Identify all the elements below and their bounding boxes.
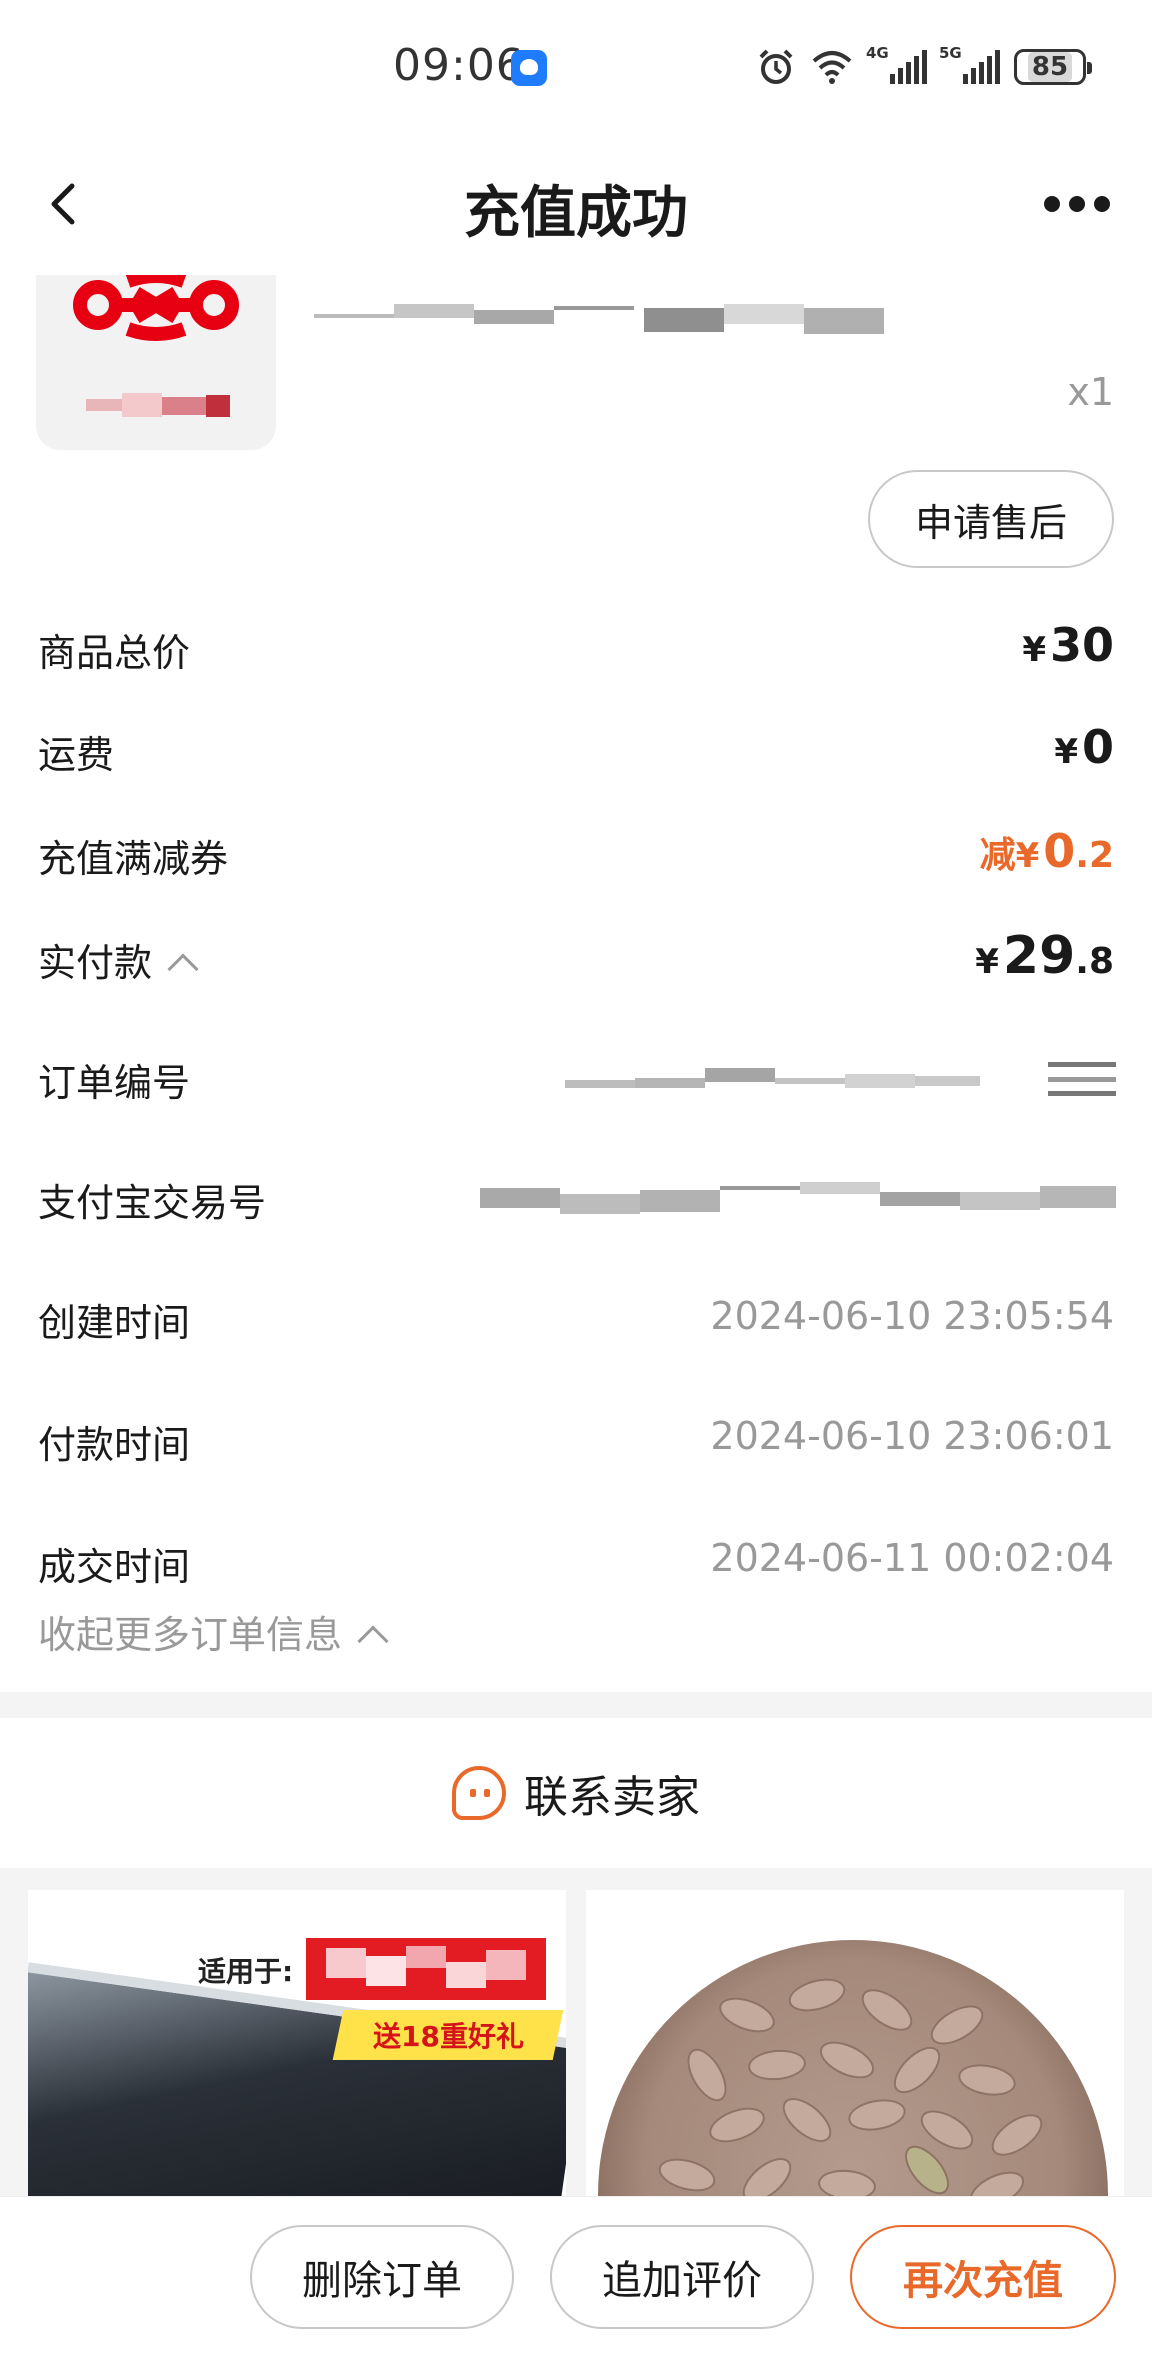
page-title: 充值成功 xyxy=(464,181,688,246)
contact-seller-label: 联系卖家 xyxy=(524,1772,700,1823)
bottom-action-bar: 删除订单 追加评价 再次充值 xyxy=(0,2196,1152,2376)
completed-time-value: 2024-06-11 00:02:04 xyxy=(710,1536,1114,1580)
contact-seller-button[interactable]: 联系卖家 xyxy=(0,1718,1152,1868)
alipay-number-label: 支付宝交易号 xyxy=(38,1181,267,1225)
china-unicom-logo-icon xyxy=(73,275,239,417)
product-title-redacted xyxy=(314,304,884,334)
nav-bar: 充值成功 xyxy=(0,130,1152,275)
chevron-up-icon xyxy=(167,953,199,985)
app-notification-icon xyxy=(511,50,547,86)
rec-promo-text: 送18重好礼 xyxy=(372,2020,524,2053)
order-number-redacted xyxy=(565,1068,980,1088)
order-number-label: 订单编号 xyxy=(38,1061,191,1105)
collapse-order-info-link[interactable]: 收起更多订单信息 xyxy=(38,1604,389,1659)
recharge-again-button[interactable]: 再次充值 xyxy=(850,2225,1116,2329)
alipay-number-redacted xyxy=(480,1182,1116,1214)
network-type-5g: 5G xyxy=(939,44,962,62)
coupon-value: 减¥0.2 xyxy=(979,824,1114,878)
recommended-product-card[interactable] xyxy=(586,1890,1124,2200)
shipping-label: 运费 xyxy=(38,733,115,777)
chevron-up-icon xyxy=(357,1625,389,1657)
rec-promo-banner: 送18重好礼 xyxy=(332,2010,564,2060)
created-time-value: 2024-06-10 23:05:54 xyxy=(710,1294,1114,1338)
rec-redacted-model xyxy=(306,1938,546,2000)
battery-level: 85 xyxy=(1027,52,1073,82)
signal-icon: 4G xyxy=(866,44,927,84)
network-type-4g: 4G xyxy=(866,44,889,62)
goods-total-label: 商品总价 xyxy=(38,631,191,675)
alarm-icon xyxy=(759,49,793,84)
collapse-order-info-label: 收起更多订单信息 xyxy=(38,1613,343,1657)
battery-icon: 85 xyxy=(1014,49,1092,85)
product-thumbnail[interactable] xyxy=(36,275,276,450)
status-time: 09:06 xyxy=(393,40,525,91)
paid-time-label: 付款时间 xyxy=(38,1423,191,1467)
status-icons: 4G 5G 85 xyxy=(756,42,1092,92)
paid-amount-value: ¥29.8 xyxy=(975,926,1114,986)
paid-time-value: 2024-06-10 23:06:01 xyxy=(710,1414,1114,1458)
shipping-value: ¥0 xyxy=(1054,720,1114,774)
contact-seller-icon xyxy=(452,1766,506,1820)
delete-order-button[interactable]: 删除订单 xyxy=(250,2225,514,2329)
coupon-label: 充值满减券 xyxy=(38,837,229,881)
status-bar: 09:06 4G 5G 85 xyxy=(0,0,1152,130)
copy-icon[interactable] xyxy=(1048,1062,1116,1096)
redacted-pattern xyxy=(326,1946,526,1988)
more-icon[interactable] xyxy=(1044,182,1110,226)
created-time-label: 创建时间 xyxy=(38,1301,191,1345)
rec-fit-text: 适用于: xyxy=(198,1955,294,1988)
goods-total-value: ¥30 xyxy=(1022,618,1114,672)
product-quantity: x1 xyxy=(1067,370,1114,414)
wifi-icon xyxy=(812,51,852,84)
section-divider xyxy=(0,1692,1152,1718)
add-review-button[interactable]: 追加评价 xyxy=(550,2225,814,2329)
paid-amount-label: 实付款 xyxy=(38,941,153,985)
apply-aftersale-button[interactable]: 申请售后 xyxy=(868,470,1114,568)
completed-time-label: 成交时间 xyxy=(38,1545,191,1589)
signal-icon-2: 5G xyxy=(939,44,1000,84)
recommended-product-card[interactable]: 适用于: 送18重好礼 xyxy=(28,1890,566,2200)
product-image-seeds xyxy=(598,1940,1108,2200)
paid-amount-toggle[interactable]: 实付款 xyxy=(38,932,199,987)
